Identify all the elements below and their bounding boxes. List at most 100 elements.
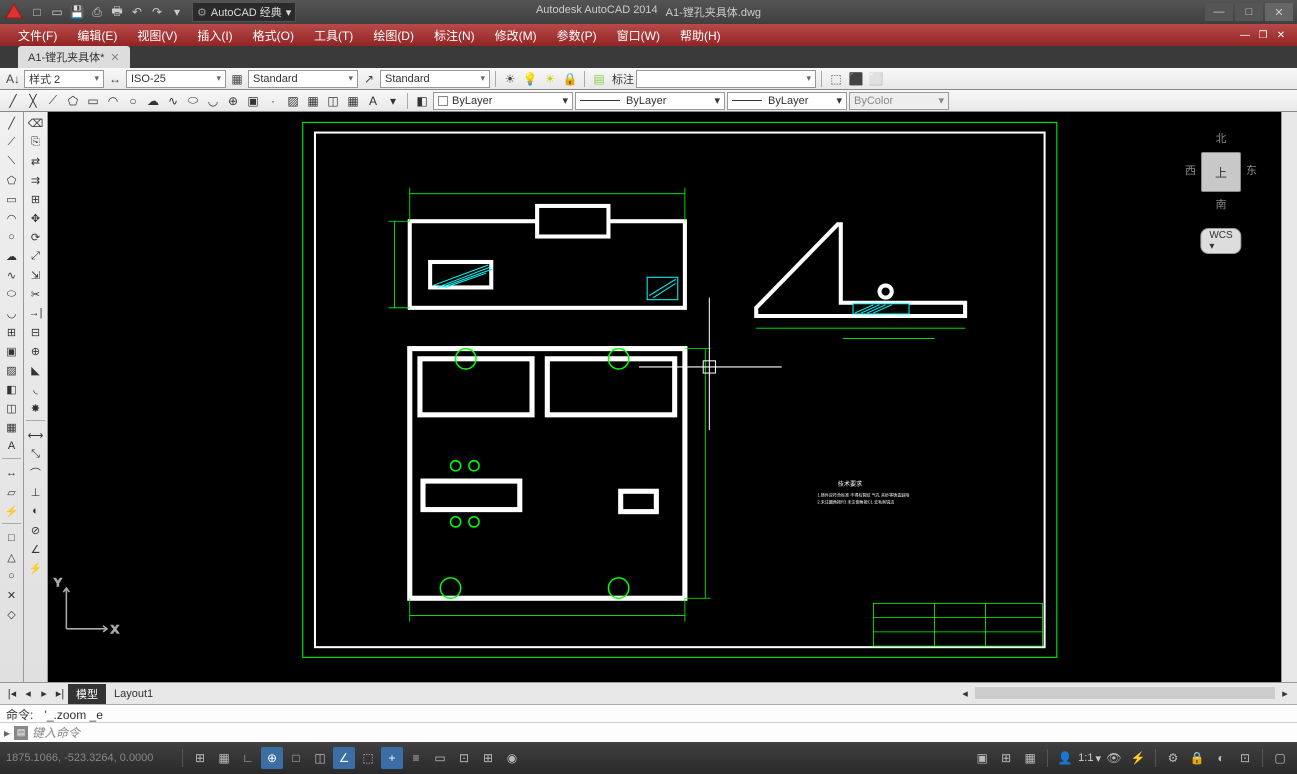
revcloud-icon[interactable]: ☁ [144, 92, 162, 110]
break-icon[interactable]: ⊟ [26, 323, 46, 341]
menu-format[interactable]: 格式(O) [243, 24, 304, 47]
hscroll-left-icon[interactable]: ◂ [958, 687, 972, 701]
table-tool-icon[interactable]: ▦ [2, 418, 22, 436]
gradient-tool-icon[interactable]: ◧ [2, 380, 22, 398]
mtext-icon[interactable]: A [364, 92, 382, 110]
ducs-toggle[interactable]: ⬚ [357, 747, 379, 769]
layer-lock-icon[interactable]: 🔒 [561, 70, 579, 88]
dim-ord-icon[interactable]: ⊥ [26, 483, 46, 501]
anno-scale-icon[interactable]: 👤 [1054, 747, 1076, 769]
tpy-toggle[interactable]: ▭ [429, 747, 451, 769]
save-icon[interactable]: 💾 [68, 3, 86, 21]
menu-edit[interactable]: 编辑(E) [67, 24, 127, 47]
viewcube-east[interactable]: 东 [1246, 162, 1257, 178]
erase-icon[interactable]: ⌫ [26, 114, 46, 132]
scale-icon[interactable]: ⤢ [26, 247, 46, 265]
tab-prev-icon[interactable]: ◂ [21, 687, 35, 701]
menu-tools[interactable]: 工具(T) [304, 24, 363, 47]
qview-dwg-icon[interactable]: ▦ [1019, 747, 1041, 769]
view-cube[interactable]: 北 南 东 西 上 WCS ▾ [1181, 120, 1261, 240]
block-tool-icon[interactable]: ▣ [2, 342, 22, 360]
circle-tool-icon[interactable]: ○ [2, 228, 22, 246]
mtext-tool-icon[interactable]: A [2, 437, 22, 455]
xline-icon[interactable]: ╳ [24, 92, 42, 110]
ellipsearc-tool-icon[interactable]: ◡ [2, 304, 22, 322]
osnap-node-icon[interactable]: ✕ [2, 586, 22, 604]
layer-match-icon[interactable]: ▤ [590, 70, 608, 88]
anno-scale-label[interactable]: 1:1 [1078, 752, 1093, 764]
workspace-selector[interactable]: ⚙ AutoCAD 经典 ▾ [192, 2, 296, 22]
tab-model[interactable]: 模型 [68, 684, 106, 704]
menu-param[interactable]: 参数(P) [547, 24, 607, 47]
extend-icon[interactable]: →| [26, 304, 46, 322]
arc-icon[interactable]: ◠ [104, 92, 122, 110]
insert-icon[interactable]: ⊕ [224, 92, 242, 110]
new-icon[interactable]: □ [28, 3, 46, 21]
circle-icon[interactable]: ○ [124, 92, 142, 110]
spline-tool-icon[interactable]: ∿ [2, 266, 22, 284]
table-icon[interactable]: ▦ [344, 92, 362, 110]
menu-dim[interactable]: 标注(N) [424, 24, 485, 47]
open-icon[interactable]: ▭ [48, 3, 66, 21]
am-toggle[interactable]: ◉ [501, 747, 523, 769]
menu-insert[interactable]: 插入(I) [187, 24, 242, 47]
color-picker-icon[interactable]: ◧ [413, 92, 431, 110]
dim-style-icon[interactable]: ↔ [106, 70, 124, 88]
osnap-cen-icon[interactable]: ○ [2, 567, 22, 585]
tab-close-icon[interactable]: ✕ [110, 51, 119, 64]
child-min-icon[interactable]: — [1237, 28, 1253, 42]
menu-view[interactable]: 视图(V) [127, 24, 187, 47]
dim-arc-icon[interactable]: ⌒ [26, 464, 46, 482]
coord-display[interactable]: 1875.1066, -523.3264, 0.0000 [6, 752, 176, 764]
dim-style-combo[interactable]: ISO-25▾ [126, 70, 226, 88]
layer-sun-icon[interactable]: ☀ [541, 70, 559, 88]
layer-iso-icon[interactable]: ⬚ [827, 70, 845, 88]
osnap-quad-icon[interactable]: ◇ [2, 605, 22, 623]
3dosnap-toggle[interactable]: ◫ [309, 747, 331, 769]
stretch-icon[interactable]: ⇲ [26, 266, 46, 284]
toolbar-lock-icon[interactable]: 🔒 [1186, 747, 1208, 769]
mirror-icon[interactable]: ⇄ [26, 152, 46, 170]
explode-icon[interactable]: ✸ [26, 399, 46, 417]
isolate-obj-icon[interactable]: ⊡ [1234, 747, 1256, 769]
chamfer-icon[interactable]: ◣ [26, 361, 46, 379]
clean-screen-icon[interactable]: ▢ [1269, 747, 1291, 769]
tab-layout1[interactable]: Layout1 [106, 686, 161, 702]
dim-quick-icon[interactable]: ⚡ [26, 559, 46, 577]
copy-icon[interactable]: ⎘ [26, 133, 46, 151]
snap-toggle[interactable]: ⊞ [189, 747, 211, 769]
maximize-button[interactable]: □ [1235, 3, 1263, 21]
osnap-end-icon[interactable]: □ [2, 529, 22, 547]
scale-dropdown-icon[interactable]: ▾ [1095, 752, 1101, 765]
qat-dropdown-icon[interactable]: ▾ [168, 3, 186, 21]
rect-icon[interactable]: ▭ [84, 92, 102, 110]
tab-first-icon[interactable]: |◂ [5, 687, 19, 701]
ellipse-tool-icon[interactable]: ⬭ [2, 285, 22, 303]
layer-uniso-icon[interactable]: ⬛ [847, 70, 865, 88]
area-tool-icon[interactable]: ▱ [2, 483, 22, 501]
ws-switch-icon[interactable]: ⚙ [1162, 747, 1184, 769]
menu-window[interactable]: 窗口(W) [607, 24, 670, 47]
layer-bulb-icon[interactable]: 💡 [521, 70, 539, 88]
child-close-icon[interactable]: ✕ [1273, 28, 1289, 42]
tab-last-icon[interactable]: ▸| [53, 687, 67, 701]
arc-tool-icon[interactable]: ◠ [2, 209, 22, 227]
lwt-toggle[interactable]: ≡ [405, 747, 427, 769]
menu-modify[interactable]: 修改(M) [485, 24, 547, 47]
polygon-tool-icon[interactable]: ⬠ [2, 171, 22, 189]
viewcube-south[interactable]: 南 [1216, 196, 1227, 212]
menu-help[interactable]: 帮助(H) [670, 24, 731, 47]
anno-auto-icon[interactable]: ⚡ [1127, 747, 1149, 769]
child-restore-icon[interactable]: ❐ [1255, 28, 1271, 42]
text-style-icon[interactable]: A↓ [4, 70, 22, 88]
minimize-button[interactable]: — [1205, 3, 1233, 21]
mleader-style-icon[interactable]: ↗ [360, 70, 378, 88]
offset-icon[interactable]: ⇉ [26, 171, 46, 189]
viewcube-north[interactable]: 北 [1216, 130, 1227, 146]
qp-toggle[interactable]: ⊡ [453, 747, 475, 769]
viewcube-face-top[interactable]: 上 [1201, 152, 1241, 192]
otrack-toggle[interactable]: ∠ [333, 747, 355, 769]
annotative-combo[interactable]: ▾ [636, 70, 816, 88]
region-icon[interactable]: ◫ [324, 92, 342, 110]
hardware-accel-icon[interactable]: ◐ [1210, 747, 1232, 769]
